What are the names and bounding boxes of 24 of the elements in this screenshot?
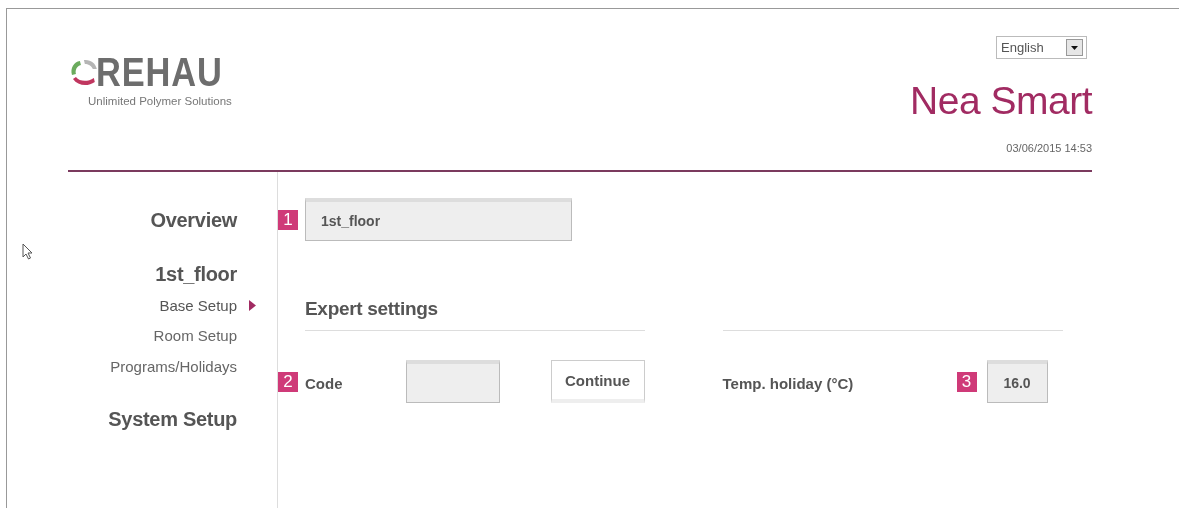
app-title: Nea Smart: [910, 79, 1092, 123]
cursor-icon: [22, 243, 33, 260]
step-marker: 1: [278, 209, 298, 230]
nav-item[interactable]: Programs/Holidays: [110, 357, 237, 375]
section-title: Expert settings: [305, 298, 439, 320]
step-marker: 3: [956, 371, 977, 392]
field-label: Temp. holiday (°C): [722, 374, 855, 392]
step-marker: 2: [278, 371, 298, 392]
nav-section[interactable]: Overview: [7, 209, 277, 232]
temperature-field[interactable]: 16.0: [986, 360, 1048, 403]
selected-arrow-icon: [248, 299, 256, 311]
nav-section[interactable]: System Setup: [7, 407, 277, 431]
nav-section[interactable]: 1st_floor: [7, 263, 277, 286]
brand-name: REHAU: [95, 55, 223, 89]
language-select[interactable]: English: [996, 36, 1087, 59]
field-label: Code: [305, 374, 343, 392]
name-field[interactable]: 1st_floor: [305, 198, 572, 241]
code-field[interactable]: [405, 360, 500, 403]
nav-item[interactable]: Room Setup: [153, 327, 237, 345]
dropdown-arrow-icon: [1071, 45, 1078, 50]
nav-item[interactable]: Base Setup: [159, 296, 237, 314]
date-time: 03/06/2015 14:53: [1006, 142, 1092, 154]
logo-tagline: Unlimited Polymer Solutions: [88, 95, 233, 107]
continue-button[interactable]: Continue: [550, 360, 645, 403]
